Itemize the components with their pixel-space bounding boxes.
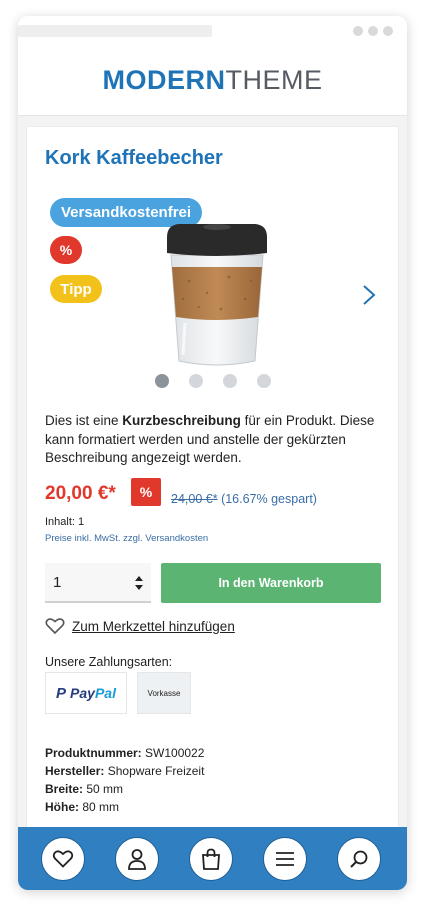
bag-icon bbox=[202, 848, 220, 870]
nav-cart-button[interactable] bbox=[189, 837, 233, 881]
address-bar[interactable] bbox=[18, 25, 212, 37]
sort-caret-icon bbox=[135, 576, 143, 590]
window-dots bbox=[353, 26, 393, 36]
nav-search-button[interactable] bbox=[337, 837, 381, 881]
price-discount-badge: % bbox=[131, 478, 161, 506]
carousel-dot[interactable] bbox=[155, 374, 169, 388]
heart-icon bbox=[52, 850, 74, 868]
paypal-logo-icon: P bbox=[56, 684, 67, 702]
menu-icon bbox=[276, 852, 294, 866]
price: 20,00 €* bbox=[45, 483, 116, 504]
bottom-nav bbox=[18, 827, 407, 890]
add-to-cart-button[interactable]: In den Warenkorb bbox=[161, 563, 381, 603]
content-label: Inhalt: 1 bbox=[45, 516, 85, 528]
device-frame: MODERNTHEME Kork Kaffeebecher Versandkos… bbox=[18, 16, 407, 890]
quantity-value: 1 bbox=[53, 574, 62, 591]
carousel-dot[interactable] bbox=[223, 374, 237, 388]
payment-paypal: P PayPal bbox=[45, 672, 127, 714]
site-header: MODERNTHEME bbox=[18, 38, 407, 116]
product-image[interactable] bbox=[159, 219, 275, 371]
nav-account-button[interactable] bbox=[115, 837, 159, 881]
product-card: Kork Kaffeebecher Versandkostenfrei % Ti… bbox=[26, 126, 399, 846]
logo[interactable]: MODERNTHEME bbox=[18, 65, 407, 96]
tax-note[interactable]: Preise inkl. MwSt. zzgl. Versandkosten bbox=[45, 533, 208, 544]
payment-vorkasse: Vorkasse bbox=[137, 672, 191, 714]
property-row: Produktnummer: SW100022 bbox=[45, 746, 205, 760]
carousel-dot[interactable] bbox=[189, 374, 203, 388]
nav-menu-button[interactable] bbox=[263, 837, 307, 881]
nav-wishlist-button[interactable] bbox=[41, 837, 85, 881]
old-price: 24,00 €* (16.67% gespart) bbox=[171, 492, 317, 506]
wishlist-label: Zum Merkzettel hinzufügen bbox=[72, 618, 235, 634]
search-icon bbox=[350, 850, 368, 868]
browser-bar bbox=[18, 16, 407, 38]
product-properties: Produktnummer: SW100022 Hersteller: Shop… bbox=[45, 744, 204, 816]
short-description: Dies ist eine Kurzbeschreibung für ein P… bbox=[45, 413, 375, 465]
property-row: Höhe: 80 mm bbox=[45, 800, 120, 814]
wishlist-link[interactable]: Zum Merkzettel hinzufügen bbox=[45, 617, 235, 635]
payment-title: Unsere Zahlungsarten: bbox=[45, 655, 173, 669]
property-row: Hersteller: Shopware Freizeit bbox=[45, 764, 205, 778]
user-icon bbox=[128, 849, 146, 870]
heart-icon bbox=[45, 618, 65, 635]
chevron-right-icon[interactable] bbox=[362, 284, 376, 306]
carousel-dot[interactable] bbox=[257, 374, 271, 388]
discount-badge: % bbox=[50, 236, 82, 264]
quantity-select[interactable]: 1 bbox=[45, 563, 151, 603]
carousel-dots bbox=[155, 374, 271, 388]
product-title: Kork Kaffeebecher bbox=[45, 147, 223, 169]
property-row: Breite: 50 mm bbox=[45, 782, 124, 796]
tip-badge: Tipp bbox=[50, 275, 102, 303]
